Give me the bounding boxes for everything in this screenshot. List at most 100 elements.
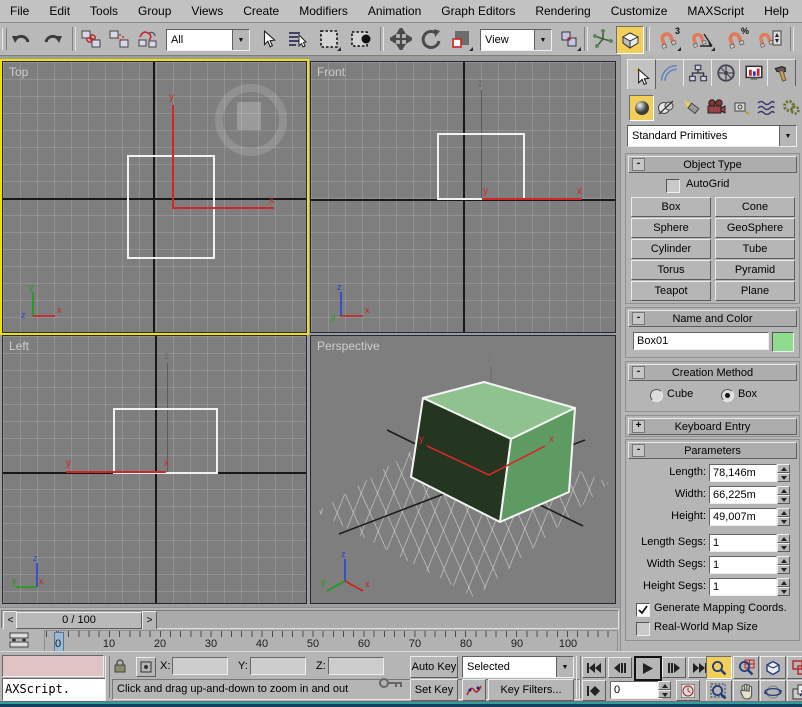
collapse-toggle[interactable]: -	[632, 366, 645, 379]
default-in-out-tangents-button[interactable]	[462, 679, 486, 701]
button-plane[interactable]: Plane	[715, 281, 795, 301]
box-object[interactable]	[411, 382, 575, 522]
rollout-header-object-type[interactable]: - Object Type	[628, 156, 797, 173]
unlink-selection-button[interactable]	[106, 26, 132, 52]
radio-cube[interactable]	[650, 389, 663, 402]
viewport-front[interactable]: Front z y x z y x	[310, 61, 616, 333]
category-space-warps[interactable]	[754, 95, 777, 119]
object-name-field[interactable]	[633, 332, 769, 350]
viewport-label[interactable]: Left	[9, 339, 29, 353]
menu-rendering[interactable]: Rendering	[525, 1, 600, 21]
current-frame-field[interactable]	[610, 681, 662, 699]
menu-file[interactable]: File	[0, 1, 39, 21]
autogrid-checkbox[interactable]	[666, 179, 680, 193]
zoom-region-button[interactable]	[706, 680, 732, 703]
maxscript-mini-listener[interactable]: AXScript.	[2, 678, 106, 701]
rollout-header-parameters[interactable]: - Parameters	[628, 442, 797, 459]
category-cameras[interactable]	[704, 95, 727, 119]
radio-box[interactable]	[721, 389, 734, 402]
menu-tools[interactable]: Tools	[80, 1, 128, 21]
category-lights[interactable]	[679, 95, 702, 119]
set-keys-button[interactable]	[378, 674, 404, 695]
button-pyramid[interactable]: Pyramid	[715, 260, 795, 280]
select-and-move-button[interactable]	[388, 26, 414, 52]
category-shapes[interactable]	[654, 95, 677, 119]
auto-key-button[interactable]: Auto Key	[410, 656, 458, 678]
viewport-label[interactable]: Top	[9, 65, 28, 79]
chevron-down-icon[interactable]: ▼	[534, 30, 551, 50]
category-helpers[interactable]	[729, 95, 752, 119]
width-segs-field[interactable]	[709, 556, 777, 574]
primitive-category-combo[interactable]: Standard Primitives ▼	[627, 125, 797, 147]
generate-mapping-coords-checkbox[interactable]	[636, 603, 650, 617]
height-segs-field[interactable]	[709, 578, 777, 596]
menu-create[interactable]: Create	[233, 1, 289, 21]
key-mode-toggle-button[interactable]	[582, 680, 606, 701]
tab-utilities[interactable]	[767, 59, 796, 86]
menu-animation[interactable]: Animation	[358, 1, 431, 21]
time-configuration-button[interactable]	[676, 680, 700, 701]
frame-spinner[interactable]	[658, 681, 671, 698]
rollout-header-keyboard-entry[interactable]: + Keyboard Entry	[628, 418, 797, 435]
button-geosphere[interactable]: GeoSphere	[715, 218, 795, 238]
generate-mapping-coords-label[interactable]: Generate Mapping Coords.	[654, 602, 787, 614]
pan-button[interactable]	[733, 680, 759, 703]
min-max-toggle-button[interactable]	[787, 680, 802, 703]
chevron-down-icon[interactable]: ▼	[779, 126, 796, 146]
angle-snap-toggle-button[interactable]	[686, 26, 716, 52]
menu-edit[interactable]: Edit	[39, 1, 80, 21]
menu-maxscript[interactable]: MAXScript	[677, 1, 754, 21]
time-slider-handle[interactable]: 0 / 100	[16, 612, 142, 629]
real-world-map-size-checkbox[interactable]	[636, 622, 650, 636]
radio-cube-label[interactable]: Cube	[667, 388, 693, 400]
zoom-all-button[interactable]	[733, 656, 759, 679]
undo-button[interactable]	[8, 26, 34, 52]
select-and-link-button[interactable]	[78, 26, 104, 52]
arc-rotate-button[interactable]	[760, 680, 786, 703]
menu-customize[interactable]: Customize	[601, 1, 678, 21]
select-and-rotate-button[interactable]	[418, 26, 444, 52]
spinner-snap-toggle-button[interactable]	[754, 26, 784, 52]
button-torus[interactable]: Torus	[631, 260, 711, 280]
button-box[interactable]: Box	[631, 197, 711, 217]
key-filters-button[interactable]: Key Filters...	[488, 679, 574, 701]
height-field[interactable]	[709, 508, 777, 526]
box-wireframe[interactable]	[437, 133, 525, 200]
selection-filter-combo[interactable]: All ▼	[166, 29, 250, 51]
macro-recorder-box[interactable]	[2, 655, 104, 677]
go-to-start-button[interactable]	[582, 657, 606, 678]
collapse-toggle[interactable]: -	[632, 158, 645, 171]
tab-hierarchy[interactable]	[683, 59, 712, 86]
menu-group[interactable]: Group	[128, 1, 181, 21]
selection-lock-toggle[interactable]	[112, 658, 128, 677]
percent-snap-toggle-button[interactable]: %	[720, 26, 750, 52]
select-and-uniform-scale-button[interactable]	[448, 26, 474, 52]
x-coord-field[interactable]	[172, 657, 228, 675]
width-field[interactable]	[709, 486, 777, 504]
menu-views[interactable]: Views	[181, 1, 233, 21]
rectangular-selection-region-button[interactable]	[316, 26, 342, 52]
previous-frame-playback-button[interactable]	[608, 657, 632, 678]
tab-modify[interactable]	[655, 59, 684, 86]
viewport-label[interactable]: Front	[317, 65, 345, 79]
real-world-map-size-label[interactable]: Real-World Map Size	[654, 621, 758, 633]
chevron-down-icon[interactable]: ▼	[556, 657, 573, 677]
tab-display[interactable]	[739, 59, 768, 86]
timeline-ruler[interactable]: 0 10 20 30 40 50 60 70 80 90 100	[44, 630, 618, 652]
zoom-extents-all-button[interactable]	[787, 656, 802, 679]
time-slider-track[interactable]: < 0 / 100 >	[1, 610, 619, 629]
category-geometry[interactable]	[629, 95, 654, 121]
use-pivot-point-center-button[interactable]	[556, 26, 582, 52]
length-field[interactable]	[709, 464, 777, 482]
category-systems[interactable]	[779, 95, 802, 119]
rollout-header-creation-method[interactable]: - Creation Method	[628, 364, 797, 381]
button-sphere[interactable]: Sphere	[631, 218, 711, 238]
next-frame-button[interactable]: >	[142, 611, 157, 630]
redo-button[interactable]	[40, 26, 66, 52]
width-spinner[interactable]	[777, 486, 790, 504]
reference-coordinate-system-combo[interactable]: View ▼	[480, 29, 552, 51]
play-animation-button[interactable]	[634, 656, 662, 681]
tab-motion[interactable]	[711, 59, 740, 86]
object-color-swatch[interactable]	[772, 332, 794, 352]
bind-to-space-warp-button[interactable]	[134, 26, 160, 52]
